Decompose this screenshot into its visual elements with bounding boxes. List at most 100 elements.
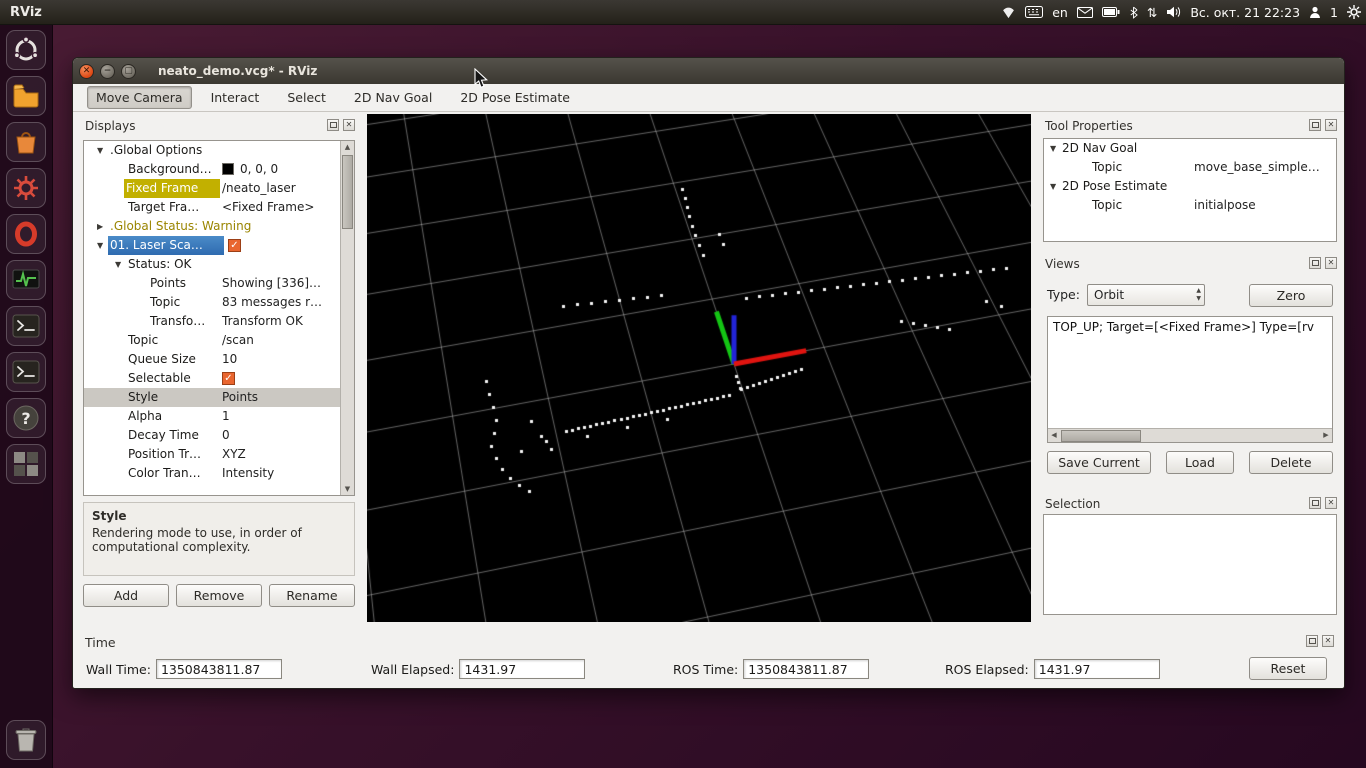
- tool-properties-row[interactable]: Topicinitialpose: [1044, 196, 1336, 215]
- scroll-left-icon[interactable]: ◀: [1048, 429, 1060, 441]
- tree-value[interactable]: /neato_laser: [222, 179, 296, 198]
- tree-expand-arrow-icon[interactable]: ▼: [1050, 139, 1056, 158]
- displays-tree-row[interactable]: Transfo…Transform OK: [84, 312, 354, 331]
- tree-value[interactable]: Intensity: [222, 464, 274, 483]
- displays-tree-row[interactable]: Target Fra…<Fixed Frame>: [84, 198, 354, 217]
- tree-value[interactable]: <Fixed Frame>: [222, 198, 314, 217]
- tool-2d-nav-goal[interactable]: 2D Nav Goal: [345, 86, 441, 109]
- tool-select[interactable]: Select: [278, 86, 335, 109]
- close-icon[interactable]: ✕: [1322, 635, 1334, 647]
- undock-icon[interactable]: [1309, 497, 1321, 509]
- undock-icon[interactable]: [1309, 119, 1321, 131]
- sync-arrows-icon[interactable]: ⇅: [1147, 5, 1157, 20]
- scroll-down-icon[interactable]: ▼: [341, 483, 354, 495]
- add-button[interactable]: Add: [83, 584, 169, 607]
- views-list[interactable]: TOP_UP; Target=[<Fixed Frame>] Type=[rv …: [1047, 316, 1333, 443]
- displays-tree-row[interactable]: ▼.Global Options: [84, 141, 354, 160]
- close-icon[interactable]: ✕: [343, 119, 355, 131]
- ros-time-field[interactable]: [743, 659, 869, 679]
- tree-value[interactable]: /scan: [222, 331, 254, 350]
- launcher-system-settings-icon[interactable]: [6, 168, 46, 208]
- undock-icon[interactable]: [1309, 257, 1321, 269]
- displays-tree-row[interactable]: ▶.Global Status: Warning: [84, 217, 354, 236]
- tree-value[interactable]: 0: [222, 426, 230, 445]
- close-icon[interactable]: ✕: [1325, 497, 1337, 509]
- tree-expand-arrow-icon[interactable]: ▼: [1050, 177, 1056, 196]
- horizontal-scrollbar[interactable]: ◀ ▶: [1048, 428, 1332, 442]
- tree-expand-arrow-icon[interactable]: ▼: [97, 236, 103, 255]
- close-icon[interactable]: ✕: [1325, 257, 1337, 269]
- tool-interact[interactable]: Interact: [202, 86, 269, 109]
- tree-expand-arrow-icon[interactable]: ▼: [97, 141, 103, 160]
- launcher-system-monitor-icon[interactable]: [6, 260, 46, 300]
- window-close-button[interactable]: ✕: [79, 64, 94, 79]
- window-titlebar[interactable]: ✕ − ▢ neato_demo.vcg* - RViz: [73, 58, 1344, 85]
- volume-icon[interactable]: [1166, 6, 1181, 18]
- tree-value[interactable]: 0, 0, 0: [240, 160, 278, 179]
- remove-button[interactable]: Remove: [176, 584, 262, 607]
- window-maximize-button[interactable]: ▢: [121, 64, 136, 79]
- displays-tree-row[interactable]: Topic/scan: [84, 331, 354, 350]
- displays-tree-row[interactable]: ▼01. Laser Sca…✓: [84, 236, 354, 255]
- 3d-viewport[interactable]: [367, 114, 1031, 622]
- clock-label[interactable]: Вс. окт. 21 22:23: [1190, 5, 1300, 20]
- vertical-scrollbar[interactable]: ▲ ▼: [340, 141, 354, 495]
- tree-value[interactable]: 1: [222, 407, 230, 426]
- bluetooth-icon[interactable]: [1129, 6, 1138, 19]
- displays-tree-row[interactable]: ▼Status: OK: [84, 255, 354, 274]
- load-button[interactable]: Load: [1166, 451, 1234, 474]
- wall-time-field[interactable]: [156, 659, 282, 679]
- tree-value[interactable]: 10: [222, 350, 237, 369]
- tree-value[interactable]: Showing [336]…: [222, 274, 321, 293]
- wall-elapsed-field[interactable]: [459, 659, 585, 679]
- save-current-button[interactable]: Save Current: [1047, 451, 1151, 474]
- tree-value[interactable]: Points: [222, 388, 258, 407]
- delete-button[interactable]: Delete: [1249, 451, 1333, 474]
- view-type-dropdown[interactable]: Orbit ▲▼: [1087, 284, 1205, 306]
- session-gear-icon[interactable]: [1347, 5, 1361, 19]
- tool-properties-row[interactable]: Topicmove_base_simple…: [1044, 158, 1336, 177]
- tree-value[interactable]: initialpose: [1194, 196, 1256, 215]
- ros-elapsed-field[interactable]: [1034, 659, 1160, 679]
- keyboard-icon[interactable]: [1025, 6, 1043, 18]
- displays-tree-row[interactable]: Topic83 messages r…: [84, 293, 354, 312]
- displays-tree-row[interactable]: Alpha1: [84, 407, 354, 426]
- tree-value[interactable]: XYZ: [222, 445, 246, 464]
- views-list-item[interactable]: TOP_UP; Target=[<Fixed Frame>] Type=[rv: [1048, 317, 1332, 337]
- tree-expand-arrow-icon[interactable]: ▼: [115, 255, 121, 274]
- scrollbar-thumb[interactable]: [1061, 430, 1141, 442]
- close-icon[interactable]: ✕: [1325, 119, 1337, 131]
- undock-icon[interactable]: [1306, 635, 1318, 647]
- scroll-right-icon[interactable]: ▶: [1320, 429, 1332, 441]
- displays-tree-row[interactable]: PointsShowing [336]…: [84, 274, 354, 293]
- checkbox[interactable]: ✓: [228, 239, 241, 252]
- tree-value[interactable]: 83 messages r…: [222, 293, 322, 312]
- launcher-opera-icon[interactable]: [6, 214, 46, 254]
- tree-expand-arrow-icon[interactable]: ▶: [97, 217, 103, 236]
- displays-tree-row[interactable]: Queue Size10: [84, 350, 354, 369]
- launcher-workspace-switcher-icon[interactable]: [6, 444, 46, 484]
- displays-tree-row[interactable]: Decay Time0: [84, 426, 354, 445]
- tool-properties-row[interactable]: ▼2D Pose Estimate: [1044, 177, 1336, 196]
- rename-button[interactable]: Rename: [269, 584, 355, 607]
- tool-2d-pose-estimate[interactable]: 2D Pose Estimate: [451, 86, 579, 109]
- launcher-files-icon[interactable]: [6, 76, 46, 116]
- launcher-terminal-icon[interactable]: [6, 306, 46, 346]
- mail-icon[interactable]: [1077, 7, 1093, 18]
- battery-icon[interactable]: [1102, 7, 1120, 17]
- checkbox[interactable]: ✓: [222, 372, 235, 385]
- tool-move-camera[interactable]: Move Camera: [87, 86, 192, 109]
- launcher-trash-icon[interactable]: [6, 720, 46, 760]
- user-icon[interactable]: [1309, 6, 1321, 19]
- topbar-app-name[interactable]: RViz: [10, 5, 42, 20]
- reset-button[interactable]: Reset: [1249, 657, 1327, 680]
- displays-tree-row[interactable]: Color Tran…Intensity: [84, 464, 354, 483]
- tree-value[interactable]: move_base_simple…: [1194, 158, 1320, 177]
- displays-tree-row[interactable]: StylePoints: [84, 388, 354, 407]
- launcher-software-center-icon[interactable]: [6, 122, 46, 162]
- displays-tree-row[interactable]: Selectable✓: [84, 369, 354, 388]
- scroll-up-icon[interactable]: ▲: [341, 141, 354, 153]
- tree-value[interactable]: Transform OK: [222, 312, 303, 331]
- displays-tree-row[interactable]: Background…0, 0, 0: [84, 160, 354, 179]
- launcher-help-icon[interactable]: ?: [6, 398, 46, 438]
